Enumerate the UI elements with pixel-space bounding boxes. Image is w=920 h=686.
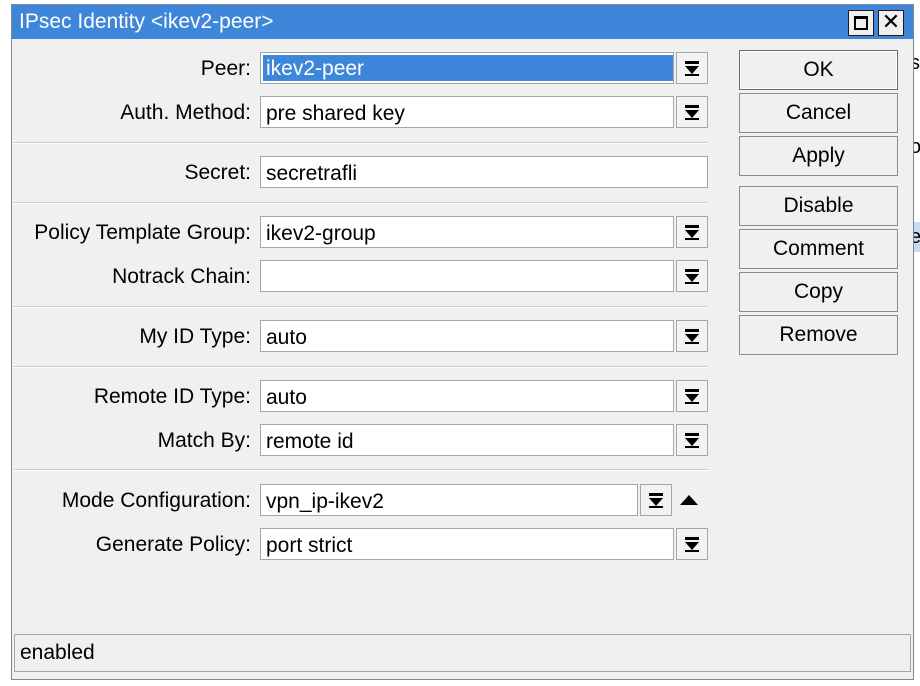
ok-button[interactable]: OK — [739, 50, 898, 90]
peer-label: Peer: — [200, 57, 251, 80]
secret-label: Secret: — [184, 161, 251, 184]
generate-policy-field[interactable]: port strict — [260, 528, 674, 560]
mode-configuration-value: vpn_ip-ikev2 — [266, 490, 384, 513]
copy-button[interactable]: Copy — [739, 272, 898, 312]
collapse-up-arrow-icon[interactable] — [680, 495, 698, 505]
close-icon: ✕ — [881, 10, 901, 35]
separator — [14, 469, 708, 471]
my-id-type-label: My ID Type: — [139, 325, 251, 348]
maximize-icon — [854, 16, 868, 30]
cancel-button[interactable]: Cancel — [739, 93, 898, 133]
separator — [14, 202, 708, 204]
auth-method-dropdown-button[interactable] — [676, 96, 708, 128]
policy-template-group-label: Policy Template Group: — [34, 221, 251, 244]
window-title: IPsec Identity <ikev2-peer> — [19, 10, 274, 33]
policy-template-group-field[interactable]: ikev2-group — [260, 216, 674, 248]
title-bar[interactable]: IPsec Identity <ikev2-peer> ✕ — [12, 5, 913, 39]
dropdown-arrow-icon — [649, 492, 663, 508]
remove-button[interactable]: Remove — [739, 315, 898, 355]
peer-value: ikev2-peer — [263, 55, 673, 81]
dropdown-arrow-icon — [685, 328, 699, 344]
remote-id-type-field[interactable]: auto — [260, 380, 674, 412]
ipsec-identity-dialog: IPsec Identity <ikev2-peer> ✕ Peer: ikev… — [11, 4, 914, 680]
mode-configuration-label: Mode Configuration: — [61, 489, 251, 512]
remote-id-type-label: Remote ID Type: — [93, 385, 251, 408]
secret-field[interactable]: secretrafli — [260, 156, 708, 188]
peer-field[interactable]: ikev2-peer — [260, 52, 674, 84]
generate-policy-dropdown-button[interactable] — [676, 528, 708, 560]
mode-configuration-dropdown-button[interactable] — [640, 484, 672, 516]
my-id-type-dropdown-button[interactable] — [676, 320, 708, 352]
generate-policy-value: port strict — [266, 534, 353, 557]
dropdown-arrow-icon — [685, 268, 699, 284]
separator — [14, 366, 708, 368]
my-id-type-value: auto — [266, 326, 307, 349]
status-text: enabled — [20, 641, 95, 664]
notrack-chain-label: Notrack Chain: — [112, 265, 251, 288]
mode-configuration-field[interactable]: vpn_ip-ikev2 — [260, 484, 638, 516]
status-bar: enabled — [14, 634, 911, 672]
dropdown-arrow-icon — [685, 224, 699, 240]
dropdown-arrow-icon — [685, 60, 699, 76]
auth-method-field[interactable]: pre shared key — [260, 96, 674, 128]
match-by-field[interactable]: remote id — [260, 424, 674, 456]
match-by-value: remote id — [266, 430, 354, 453]
my-id-type-field[interactable]: auto — [260, 320, 674, 352]
close-button[interactable]: ✕ — [878, 10, 904, 36]
peer-dropdown-button[interactable] — [676, 52, 708, 84]
auth-method-value: pre shared key — [266, 102, 405, 125]
notrack-chain-dropdown-button[interactable] — [676, 260, 708, 292]
separator — [14, 142, 708, 144]
remote-id-type-dropdown-button[interactable] — [676, 380, 708, 412]
maximize-button[interactable] — [848, 10, 874, 36]
match-by-label: Match By: — [157, 429, 251, 452]
secret-value: secretrafli — [266, 162, 358, 185]
policy-template-group-dropdown-button[interactable] — [676, 216, 708, 248]
auth-method-label: Auth. Method: — [120, 101, 251, 124]
notrack-chain-field[interactable] — [260, 260, 674, 292]
policy-template-group-value: ikev2-group — [266, 222, 376, 245]
apply-button[interactable]: Apply — [739, 136, 898, 176]
match-by-dropdown-button[interactable] — [676, 424, 708, 456]
dropdown-arrow-icon — [685, 104, 699, 120]
comment-button[interactable]: Comment — [739, 229, 898, 269]
dropdown-arrow-icon — [685, 388, 699, 404]
dropdown-arrow-icon — [685, 432, 699, 448]
remote-id-type-value: auto — [266, 386, 307, 409]
separator — [14, 306, 708, 308]
dropdown-arrow-icon — [685, 536, 699, 552]
generate-policy-label: Generate Policy: — [95, 533, 251, 556]
disable-button[interactable]: Disable — [739, 186, 898, 226]
